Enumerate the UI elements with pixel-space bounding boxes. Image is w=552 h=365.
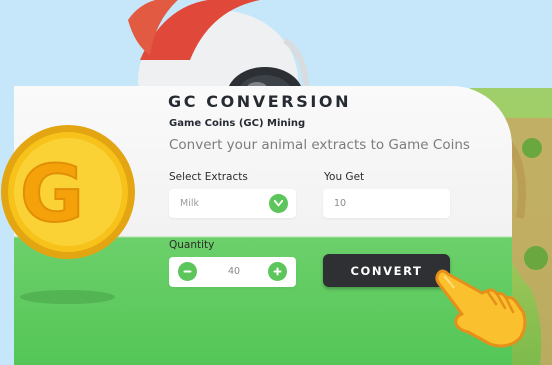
decrement-button[interactable]	[178, 262, 197, 281]
gold-coin-logo: G	[1, 125, 135, 259]
extracts-dropdown-button[interactable]	[269, 194, 288, 213]
select-extracts-label: Select Extracts	[169, 171, 248, 183]
you-get-label: You Get	[324, 171, 365, 183]
page-title: GC CONVERSION	[168, 92, 352, 111]
panel-description: Convert your animal extracts to Game Coi…	[169, 137, 470, 153]
quantity-label: Quantity	[169, 239, 215, 251]
minus-icon	[183, 270, 192, 273]
stage: G GC CONVERSION Game Coins (GC) Mining C…	[0, 0, 552, 365]
plus-icon	[273, 267, 282, 276]
increment-button[interactable]	[268, 262, 287, 281]
you-get-field[interactable]: 10	[323, 189, 450, 218]
you-get-value: 10	[334, 198, 347, 209]
chevron-down-icon	[274, 200, 283, 207]
panel-subtitle: Game Coins (GC) Mining	[169, 118, 306, 129]
quantity-value[interactable]: 40	[224, 266, 244, 277]
coin-shadow	[20, 290, 115, 304]
extracts-selected-value: Milk	[180, 198, 199, 209]
pointing-hand-icon	[435, 269, 527, 348]
coin-letter: G	[20, 150, 84, 240]
